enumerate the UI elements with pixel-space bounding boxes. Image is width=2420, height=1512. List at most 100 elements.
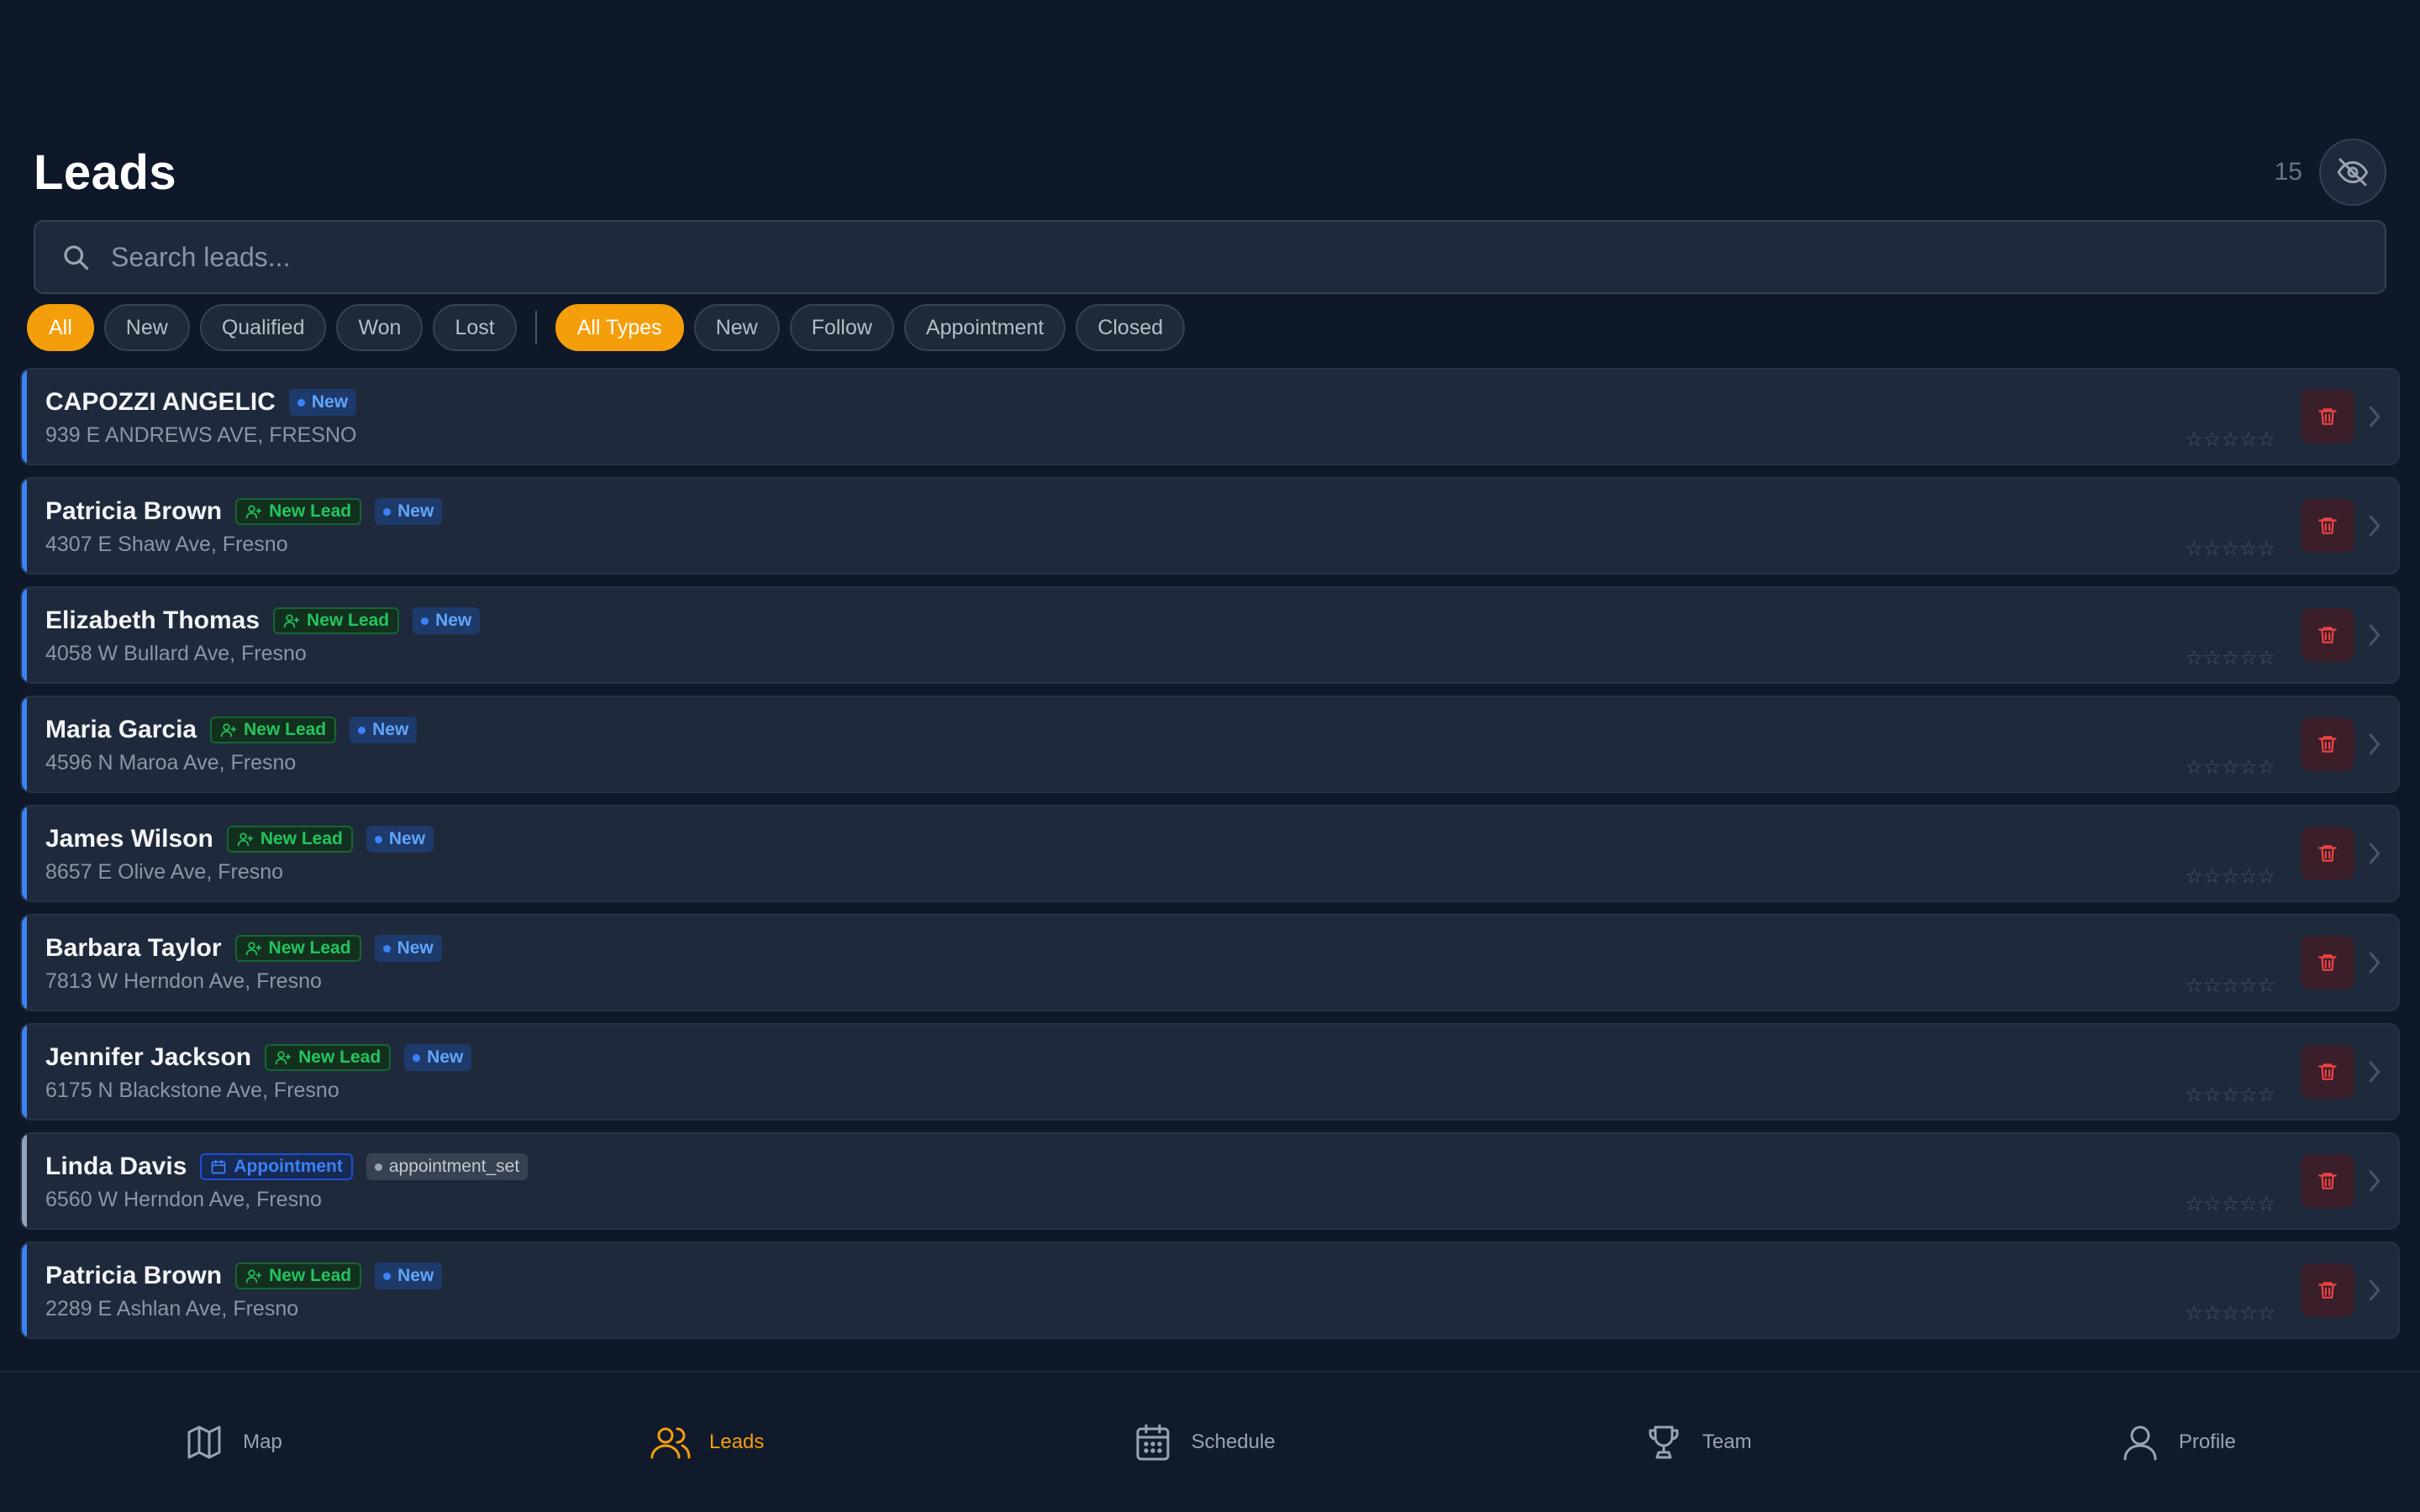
- lead-type-badge: New Lead: [235, 1263, 362, 1289]
- page-header: Leads 15: [34, 134, 2386, 210]
- type-filter-new[interactable]: New: [693, 304, 780, 351]
- nav-leads[interactable]: Leads: [650, 1422, 764, 1462]
- calendar-icon: [212, 1159, 226, 1174]
- lead-address: 6560 W Herndon Ave, Fresno: [45, 1188, 322, 1211]
- status-dot: [383, 1272, 392, 1280]
- lead-name: Barbara Taylor: [45, 934, 222, 962]
- lead-rating-stars[interactable]: ☆☆☆☆☆: [2185, 1301, 2275, 1326]
- lead-name: Elizabeth Thomas: [45, 606, 260, 634]
- user-plus-icon: [245, 505, 262, 519]
- status-filter-qualified[interactable]: Qualified: [199, 304, 327, 351]
- search-bar: [34, 220, 2386, 294]
- lead-rating-stars[interactable]: ☆☆☆☆☆: [2185, 864, 2275, 889]
- lead-type-label: New Lead: [307, 611, 390, 630]
- delete-lead-button[interactable]: [2301, 717, 2354, 771]
- status-dot: [383, 507, 392, 516]
- lead-title-row: Linda Davis Appointment appointment_set: [45, 1152, 529, 1181]
- chevron-right-icon[interactable]: [2365, 618, 2385, 652]
- lead-rating-stars[interactable]: ☆☆☆☆☆: [2185, 537, 2275, 561]
- type-filter-closed[interactable]: Closed: [1076, 304, 1186, 351]
- lead-type-label: New Lead: [268, 938, 351, 958]
- chevron-right-icon[interactable]: [2365, 1273, 2385, 1307]
- status-filter-lost[interactable]: Lost: [433, 304, 517, 351]
- lead-card[interactable]: Patricia Brown New Lead New 4307 E Shaw A…: [20, 477, 2400, 575]
- nav-profile[interactable]: Profile: [2120, 1422, 2236, 1462]
- filter-bar: All New Qualified Won Lost All Types New…: [27, 304, 1186, 351]
- lead-rating-stars[interactable]: ☆☆☆☆☆: [2185, 755, 2275, 780]
- status-dot: [382, 944, 391, 953]
- lead-card[interactable]: Barbara Taylor New Lead New 7813 W Herndo…: [20, 914, 2400, 1011]
- delete-lead-button[interactable]: [2301, 936, 2354, 990]
- nav-label: Team: [1702, 1431, 1752, 1453]
- lead-type-label: New Lead: [260, 829, 343, 848]
- chevron-right-icon[interactable]: [2365, 837, 2385, 870]
- lead-address: 6175 N Blackstone Ave, Fresno: [45, 1079, 339, 1102]
- lead-status-badge: New: [404, 1044, 472, 1071]
- type-filter-all-types[interactable]: All Types: [555, 304, 684, 351]
- status-filter-new[interactable]: New: [103, 304, 190, 351]
- lead-rating-stars[interactable]: ☆☆☆☆☆: [2185, 646, 2275, 670]
- lead-rating-stars[interactable]: ☆☆☆☆☆: [2185, 1192, 2275, 1216]
- status-dot: [413, 1053, 421, 1062]
- lead-card[interactable]: Jennifer Jackson New Lead New 6175 N Blac…: [20, 1023, 2400, 1121]
- chevron-right-icon[interactable]: [2365, 1055, 2385, 1089]
- delete-lead-button[interactable]: [2301, 1263, 2354, 1317]
- trash-icon: [2318, 517, 2337, 534]
- nav-label: Leads: [709, 1431, 765, 1453]
- status-dot: [374, 835, 382, 843]
- chevron-right-icon[interactable]: [2365, 509, 2385, 543]
- lead-card[interactable]: James Wilson New Lead New 8657 E Olive Av…: [20, 805, 2400, 902]
- delete-lead-button[interactable]: [2301, 827, 2354, 880]
- delete-lead-button[interactable]: [2301, 608, 2354, 662]
- status-filter-all[interactable]: All: [27, 304, 94, 351]
- lead-title-row: James Wilson New Lead New: [45, 825, 434, 853]
- chevron-right-icon[interactable]: [2365, 946, 2385, 979]
- lead-title-row: Maria Garcia New Lead New: [45, 716, 418, 744]
- lead-status-label: New: [427, 1047, 464, 1067]
- chevron-right-icon[interactable]: [2365, 727, 2385, 761]
- eye-off-icon: [2337, 158, 2369, 186]
- lead-card[interactable]: Linda Davis Appointment appointment_set 6…: [20, 1132, 2400, 1230]
- status-filter-won[interactable]: Won: [336, 304, 424, 351]
- delete-lead-button[interactable]: [2301, 499, 2354, 553]
- lead-accent-bar: [22, 479, 27, 573]
- lead-card[interactable]: Maria Garcia New Lead New 4596 N Maroa Av…: [20, 696, 2400, 793]
- lead-rating-stars[interactable]: ☆☆☆☆☆: [2185, 1083, 2275, 1107]
- lead-type-label: Appointment: [234, 1157, 343, 1176]
- lead-accent-bar: [22, 1025, 27, 1119]
- type-filter-follow[interactable]: Follow: [789, 304, 894, 351]
- lead-type-badge: New Lead: [234, 935, 361, 962]
- status-dot: [421, 617, 429, 625]
- toggle-visibility-button[interactable]: [2319, 139, 2386, 206]
- lead-card[interactable]: CAPOZZI ANGELIC New 939 E ANDREWS AVE, F…: [20, 368, 2400, 465]
- trophy-icon: [1644, 1422, 1684, 1462]
- lead-rating-stars[interactable]: ☆☆☆☆☆: [2185, 428, 2275, 452]
- lead-status-label: New: [397, 1266, 434, 1285]
- user-plus-icon: [245, 1269, 262, 1284]
- nav-team[interactable]: Team: [1644, 1422, 1752, 1462]
- lead-name: Patricia Brown: [45, 1262, 223, 1289]
- lead-address: 4058 W Bullard Ave, Fresno: [45, 642, 307, 665]
- lead-card[interactable]: Elizabeth Thomas New Lead New 4058 W Bull…: [20, 586, 2400, 684]
- search-input[interactable]: [111, 241, 2385, 273]
- lead-accent-bar: [22, 697, 27, 791]
- lead-type-badge: New Lead: [210, 717, 337, 743]
- lead-status-badge: New: [350, 717, 418, 743]
- lead-rating-stars[interactable]: ☆☆☆☆☆: [2185, 974, 2275, 998]
- delete-lead-button[interactable]: [2301, 1045, 2354, 1099]
- user-plus-icon: [220, 723, 237, 738]
- lead-address: 4596 N Maroa Ave, Fresno: [45, 751, 297, 774]
- nav-schedule[interactable]: Schedule: [1133, 1422, 1276, 1462]
- delete-lead-button[interactable]: [2301, 1154, 2354, 1208]
- lead-status-badge: New: [375, 1263, 443, 1289]
- nav-map[interactable]: Map: [184, 1422, 282, 1462]
- lead-card[interactable]: Patricia Brown New Lead New 2289 E Ashlan…: [20, 1242, 2400, 1339]
- delete-lead-button[interactable]: [2301, 390, 2354, 444]
- trash-icon: [2318, 1063, 2337, 1080]
- lead-status-badge: New: [288, 389, 357, 416]
- chevron-right-icon[interactable]: [2365, 1164, 2385, 1198]
- lead-status-label: New: [388, 829, 426, 848]
- chevron-right-icon[interactable]: [2365, 400, 2385, 433]
- type-filter-appointment[interactable]: Appointment: [903, 304, 1066, 351]
- filter-divider: [534, 311, 537, 344]
